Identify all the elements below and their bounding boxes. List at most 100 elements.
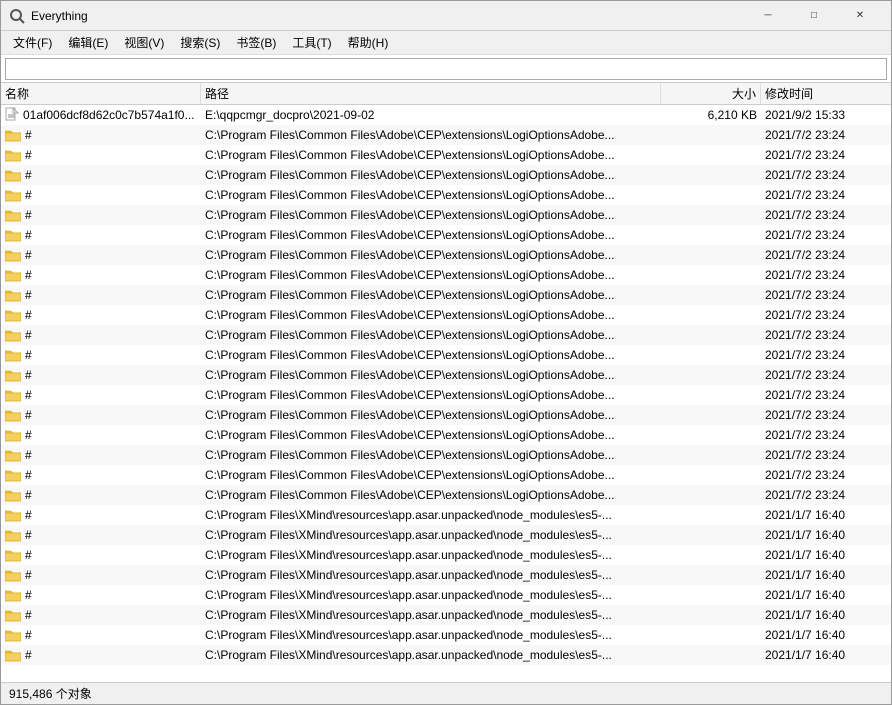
menu-item-文件f[interactable]: 文件(F)	[5, 32, 60, 54]
row-name-text: 01af006dcf8d62c0c7b574a1f0...	[23, 108, 194, 122]
row-date: 2021/7/2 23:24	[761, 428, 891, 442]
table-row[interactable]: # C:\Program Files\Common Files\Adobe\CEP…	[1, 445, 891, 465]
row-name: #	[1, 628, 201, 642]
table-row[interactable]: #C:\Program Files\Common Files\Adobe\CEP…	[1, 145, 891, 165]
row-name: #	[1, 348, 201, 362]
row-date: 2021/1/7 16:40	[761, 568, 891, 582]
table-row[interactable]: # C:\Program Files\Common Files\Adobe\CEP…	[1, 165, 891, 185]
row-path: C:\Program Files\Common Files\Adobe\CEP\…	[201, 288, 661, 302]
folder-icon	[5, 608, 21, 622]
table-row[interactable]: #C:\Program Files\XMind\resources\app.as…	[1, 605, 891, 625]
table-container: 名称 路径 大小 修改时间 01af006dcf8d62c0c7b574a1f0…	[1, 83, 891, 682]
menu-item-视图v[interactable]: 视图(V)	[116, 32, 172, 54]
col-header-size[interactable]: 大小	[661, 83, 761, 104]
row-name-text: #	[25, 448, 32, 462]
row-date: 2021/7/2 23:24	[761, 348, 891, 362]
table-row[interactable]: # C:\Program Files\Common Files\Adobe\CEP…	[1, 245, 891, 265]
folder-icon	[5, 148, 21, 162]
menu-item-搜索s[interactable]: 搜索(S)	[172, 32, 228, 54]
table-row[interactable]: #C:\Program Files\XMind\resources\app.as…	[1, 625, 891, 645]
close-button[interactable]: ✕	[837, 1, 883, 31]
row-path: C:\Program Files\XMind\resources\app.asa…	[201, 528, 661, 542]
row-path: C:\Program Files\Common Files\Adobe\CEP\…	[201, 388, 661, 402]
menu-item-工具t[interactable]: 工具(T)	[284, 32, 339, 54]
folder-icon	[5, 468, 21, 482]
row-path: E:\qqpcmgr_docpro\2021-09-02	[201, 108, 661, 122]
maximize-button[interactable]: □	[791, 1, 837, 31]
row-name-text: #	[25, 128, 32, 142]
menu-item-书签b[interactable]: 书签(B)	[228, 32, 284, 54]
table-row[interactable]: #C:\Program Files\XMind\resources\app.as…	[1, 525, 891, 545]
menu-item-编辑e[interactable]: 编辑(E)	[60, 32, 116, 54]
table-row[interactable]: # C:\Program Files\Common Files\Adobe\CEP…	[1, 125, 891, 145]
folder-icon	[5, 568, 21, 582]
app-icon	[9, 8, 25, 24]
table-row[interactable]: #C:\Program Files\Common Files\Adobe\CEP…	[1, 365, 891, 385]
table-row[interactable]: #C:\Program Files\Common Files\Adobe\CEP…	[1, 425, 891, 445]
table-row[interactable]: #C:\Program Files\Common Files\Adobe\CEP…	[1, 465, 891, 485]
row-name-text: #	[25, 248, 32, 262]
table-row[interactable]: #C:\Program Files\Common Files\Adobe\CEP…	[1, 325, 891, 345]
table-row[interactable]: #C:\Program Files\XMind\resources\app.as…	[1, 645, 891, 665]
folder-icon	[5, 628, 21, 642]
row-name-text: #	[25, 168, 32, 182]
row-path: C:\Program Files\Common Files\Adobe\CEP\…	[201, 228, 661, 242]
row-name: #	[1, 308, 201, 322]
folder-icon	[5, 128, 21, 142]
row-name: #	[1, 288, 201, 302]
row-name: #	[1, 548, 201, 562]
row-name: #	[1, 388, 201, 402]
row-path: C:\Program Files\Common Files\Adobe\CEP\…	[201, 128, 661, 142]
table-row[interactable]: #C:\Program Files\Common Files\Adobe\CEP…	[1, 305, 891, 325]
minimize-button[interactable]: ─	[745, 1, 791, 31]
table-row[interactable]: #C:\Program Files\Common Files\Adobe\CEP…	[1, 385, 891, 405]
status-bar: 915,486 个对象	[1, 682, 891, 704]
table-body: 01af006dcf8d62c0c7b574a1f0... E:\qqpcmgr_…	[1, 105, 891, 682]
table-row[interactable]: #C:\Program Files\Common Files\Adobe\CEP…	[1, 485, 891, 505]
row-name: #	[1, 488, 201, 502]
table-row[interactable]: #C:\Program Files\Common Files\Adobe\CEP…	[1, 345, 891, 365]
table-row[interactable]: #C:\Program Files\Common Files\Adobe\CEP…	[1, 265, 891, 285]
row-date: 2021/7/2 23:24	[761, 288, 891, 302]
col-header-name[interactable]: 名称	[1, 83, 201, 104]
row-path: C:\Program Files\XMind\resources\app.asa…	[201, 568, 661, 582]
table-row[interactable]: #C:\Program Files\Common Files\Adobe\CEP…	[1, 205, 891, 225]
row-path: C:\Program Files\Common Files\Adobe\CEP\…	[201, 168, 661, 182]
table-row[interactable]: #C:\Program Files\XMind\resources\app.as…	[1, 585, 891, 605]
folder-icon	[5, 548, 21, 562]
row-date: 2021/7/2 23:24	[761, 328, 891, 342]
table-row[interactable]: #C:\Program Files\Common Files\Adobe\CEP…	[1, 405, 891, 425]
folder-icon	[5, 228, 21, 242]
title-bar-controls: ─ □ ✕	[745, 1, 883, 31]
table-row[interactable]: #C:\Program Files\XMind\resources\app.as…	[1, 545, 891, 565]
row-path: C:\Program Files\XMind\resources\app.asa…	[201, 608, 661, 622]
table-row[interactable]: #C:\Program Files\Common Files\Adobe\CEP…	[1, 185, 891, 205]
col-header-date[interactable]: 修改时间	[761, 83, 891, 104]
main-window: Everything ─ □ ✕ 文件(F)编辑(E)视图(V)搜索(S)书签(…	[0, 0, 892, 705]
table-row[interactable]: #C:\Program Files\XMind\resources\app.as…	[1, 505, 891, 525]
title-bar: Everything ─ □ ✕	[1, 1, 891, 31]
row-date: 2021/1/7 16:40	[761, 528, 891, 542]
table-row[interactable]: #C:\Program Files\XMind\resources\app.as…	[1, 565, 891, 585]
table-header: 名称 路径 大小 修改时间	[1, 83, 891, 105]
folder-icon	[5, 368, 21, 382]
row-path: C:\Program Files\XMind\resources\app.asa…	[201, 548, 661, 562]
row-path: C:\Program Files\Common Files\Adobe\CEP\…	[201, 208, 661, 222]
search-input[interactable]	[5, 58, 887, 80]
row-name-text: #	[25, 468, 32, 482]
table-row[interactable]: #C:\Program Files\Common Files\Adobe\CEP…	[1, 285, 891, 305]
row-path: C:\Program Files\Common Files\Adobe\CEP\…	[201, 248, 661, 262]
menu-item-帮助h[interactable]: 帮助(H)	[340, 32, 397, 54]
row-path: C:\Program Files\XMind\resources\app.asa…	[201, 648, 661, 662]
folder-icon	[5, 448, 21, 462]
row-name-text: #	[25, 308, 32, 322]
table-row[interactable]: #C:\Program Files\Common Files\Adobe\CEP…	[1, 225, 891, 245]
search-bar	[1, 55, 891, 83]
row-path: C:\Program Files\Common Files\Adobe\CEP\…	[201, 448, 661, 462]
row-name-text: #	[25, 628, 32, 642]
folder-icon	[5, 348, 21, 362]
col-header-path[interactable]: 路径	[201, 83, 661, 104]
folder-icon	[5, 288, 21, 302]
row-name-text: #	[25, 148, 32, 162]
table-row[interactable]: 01af006dcf8d62c0c7b574a1f0... E:\qqpcmgr_…	[1, 105, 891, 125]
